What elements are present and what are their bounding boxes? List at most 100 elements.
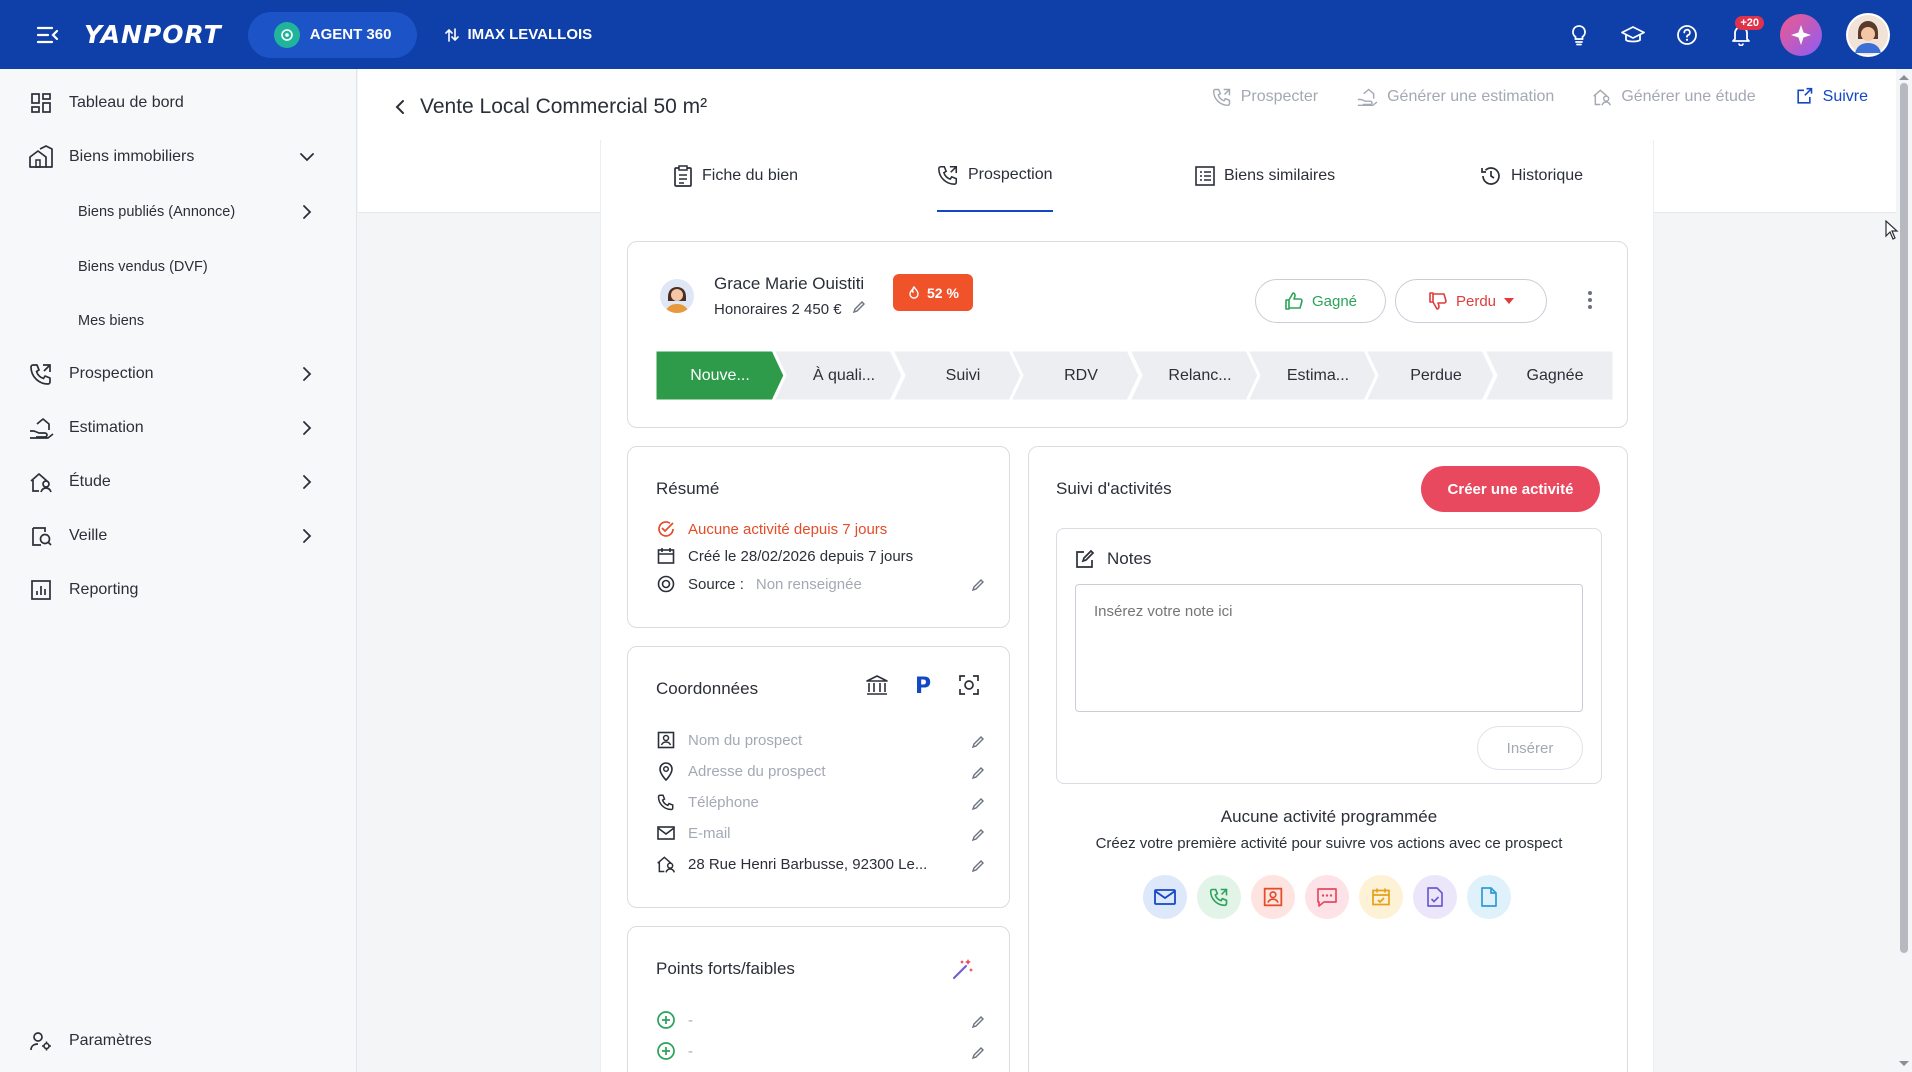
property-address-text: 28 Rue Henri Barbusse, 92300 Le... — [688, 855, 928, 873]
prospect-email-placeholder: E-mail — [688, 824, 731, 842]
sidebar-item-mes-biens[interactable]: Mes biens — [0, 299, 357, 343]
agency-switcher[interactable]: IMAX LEVALLOIS — [445, 26, 592, 43]
pencil-icon[interactable] — [969, 795, 987, 813]
menu-collapse-icon[interactable] — [34, 21, 62, 49]
house-person-icon — [656, 854, 676, 874]
prospecter-button[interactable]: Prospecter — [1212, 87, 1318, 107]
source-row: Source : Non renseignée — [656, 574, 862, 594]
pipeline-stage[interactable]: RDV — [1010, 350, 1140, 401]
parking-icon[interactable]: P — [911, 673, 935, 697]
source-label: Source : — [688, 575, 744, 593]
scroll-down-icon[interactable] — [1896, 1058, 1912, 1070]
sidebar-item-biens-immobiliers[interactable]: Biens immobiliers — [0, 135, 357, 179]
chevron-right-icon — [299, 420, 315, 436]
pipeline-stage[interactable]: Suivi — [892, 350, 1022, 401]
sidebar-item-label: Reporting — [69, 581, 139, 598]
notes-header: Notes — [1075, 549, 1151, 569]
scroll-up-icon[interactable] — [1896, 71, 1912, 83]
pencil-icon[interactable] — [969, 826, 987, 844]
sidebar-item-estimation[interactable]: Estimation — [0, 406, 357, 450]
pipeline-stage[interactable]: Estima... — [1247, 350, 1377, 401]
lost-button[interactable]: Perdu — [1395, 279, 1547, 323]
pipeline-stage[interactable]: Gagnée — [1484, 350, 1614, 401]
pipeline-stage[interactable]: Relanc... — [1129, 350, 1259, 401]
back-arrow-icon[interactable] — [386, 93, 414, 121]
pencil-icon[interactable] — [852, 300, 866, 318]
point-faible-row[interactable]: - — [656, 1041, 693, 1061]
phone-call-icon — [28, 361, 54, 387]
sidebar-item-parametres[interactable]: Paramètres — [0, 1019, 357, 1063]
calendar-activity-icon[interactable] — [1359, 875, 1403, 919]
suivre-button[interactable]: Suivre — [1794, 87, 1868, 107]
document-check-activity-icon[interactable] — [1413, 875, 1457, 919]
pencil-icon[interactable] — [969, 576, 987, 594]
sparkle-icon — [1791, 24, 1811, 45]
mouse-cursor-icon — [1885, 220, 1899, 240]
insert-note-button[interactable]: Insérer — [1477, 726, 1583, 770]
contact-activity-icon[interactable] — [1251, 875, 1295, 919]
sidebar-item-label: Mes biens — [78, 313, 145, 329]
sidebar-item-etude[interactable]: Étude — [0, 460, 357, 504]
tab-fiche-du-bien[interactable]: Fiche du bien — [673, 140, 798, 212]
pipeline-stage[interactable]: À quali... — [773, 350, 903, 401]
pencil-icon[interactable] — [969, 733, 987, 751]
prospect-name-row[interactable]: Nom du prospect — [656, 730, 802, 750]
email-activity-icon[interactable] — [1143, 875, 1187, 919]
bank-icon[interactable] — [865, 673, 889, 697]
pipeline-stage[interactable]: Nouve... — [655, 350, 785, 401]
tab-biens-similaires[interactable]: Biens similaires — [1195, 140, 1335, 212]
calendar-icon — [656, 546, 676, 566]
house-person-icon — [28, 469, 54, 495]
scroll-thumb[interactable] — [1900, 83, 1908, 953]
sidebar-item-dashboard[interactable]: Tableau de bord — [0, 81, 357, 125]
generate-etude-button[interactable]: Générer une étude — [1592, 87, 1756, 107]
scan-icon[interactable] — [957, 673, 981, 697]
point-fort-row[interactable]: - — [656, 1010, 693, 1030]
notes-input[interactable] — [1075, 584, 1583, 712]
more-options-icon[interactable] — [1578, 282, 1602, 318]
user-avatar[interactable] — [1846, 12, 1890, 57]
prospect-address-row[interactable]: Adresse du prospect — [656, 761, 826, 781]
lead-fees: Honoraires 2 450 € — [714, 300, 866, 318]
dashboard-icon — [28, 90, 54, 116]
tab-historique[interactable]: Historique — [1480, 140, 1583, 212]
pencil-icon[interactable] — [969, 857, 987, 875]
report-icon — [28, 577, 54, 603]
won-button[interactable]: Gagné — [1255, 279, 1386, 323]
notification-bell-icon[interactable]: +20 — [1714, 8, 1768, 62]
sidebar-item-reporting[interactable]: Reporting — [0, 568, 357, 612]
create-activity-button[interactable]: Créer une activité — [1421, 466, 1600, 512]
lost-label: Perdu — [1455, 292, 1497, 310]
resume-title: Résumé — [656, 479, 720, 498]
tab-label: Biens similaires — [1224, 167, 1336, 184]
tab-prospection[interactable]: Prospection — [937, 140, 1053, 212]
plus-circle-icon — [656, 1041, 676, 1061]
no-activity-text: Aucune activité depuis 7 jours — [688, 520, 888, 538]
prospect-phone-row[interactable]: Téléphone — [656, 792, 759, 812]
pencil-icon[interactable] — [969, 1013, 987, 1031]
graduation-cap-icon[interactable] — [1606, 8, 1660, 62]
sidebar-item-prospection[interactable]: Prospection — [0, 352, 357, 396]
message-activity-icon[interactable] — [1305, 875, 1349, 919]
pipeline-stage[interactable]: Perdue — [1365, 350, 1495, 401]
pencil-icon[interactable] — [969, 1044, 987, 1062]
lightbulb-icon[interactable] — [1552, 8, 1606, 62]
sidebar-item-biens-vendus[interactable]: Biens vendus (DVF) — [0, 245, 357, 289]
source-value: Non renseignée — [755, 575, 862, 593]
generate-estimation-button[interactable]: Générer une estimation — [1356, 87, 1554, 107]
property-address-row[interactable]: 28 Rue Henri Barbusse, 92300 Le... — [656, 854, 927, 874]
house-person-icon — [1593, 89, 1612, 106]
magic-wand-icon[interactable] — [950, 956, 976, 982]
app-logo[interactable]: YANPORT — [84, 20, 222, 49]
sidebar-item-veille[interactable]: Veille — [0, 514, 357, 558]
ai-assistant-button[interactable] — [1780, 13, 1822, 56]
help-icon[interactable] — [1660, 8, 1714, 62]
document-activity-icon[interactable] — [1467, 875, 1511, 919]
sidebar-item-biens-publies[interactable]: Biens publiés (Annonce) — [0, 190, 357, 234]
activity-type-icons — [1143, 875, 1511, 919]
call-activity-icon[interactable] — [1197, 875, 1241, 919]
prospect-email-row[interactable]: E-mail — [656, 823, 731, 843]
suivre-label: Suivre — [1822, 88, 1868, 105]
agent-360-button[interactable]: AGENT 360 — [247, 11, 418, 58]
pencil-icon[interactable] — [969, 764, 987, 782]
